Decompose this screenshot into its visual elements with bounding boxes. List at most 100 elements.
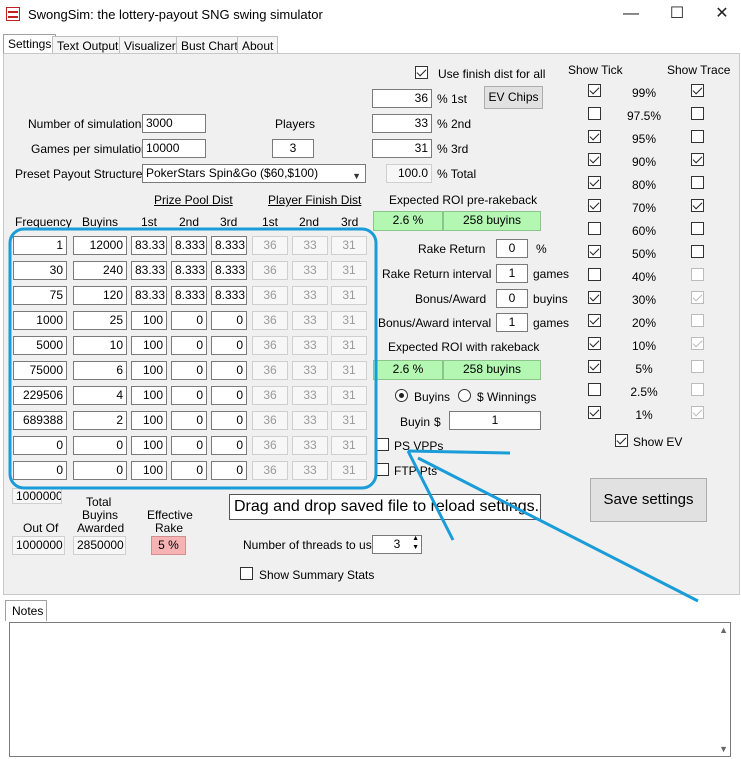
tab-about[interactable]: About bbox=[237, 36, 279, 54]
cell-frequency[interactable]: 1000 bbox=[13, 311, 67, 330]
show-tick-checkbox[interactable] bbox=[588, 383, 601, 396]
maximize-button[interactable]: ☐ bbox=[666, 4, 688, 24]
pct-1st-input[interactable]: 36 bbox=[372, 89, 432, 108]
show-tick-checkbox[interactable] bbox=[588, 222, 601, 235]
ftp-pts-checkbox[interactable] bbox=[376, 463, 389, 476]
cell-pp-1st[interactable]: 100 bbox=[131, 311, 167, 330]
cell-pp-1st[interactable]: 100 bbox=[131, 461, 167, 480]
cell-buyins[interactable]: 4 bbox=[73, 386, 127, 405]
num-sims-input[interactable]: 3000 bbox=[142, 114, 206, 133]
cell-pp-2nd[interactable]: 8.333 bbox=[171, 286, 207, 305]
radio-buyins[interactable] bbox=[395, 389, 408, 402]
cell-pp-2nd[interactable]: 0 bbox=[171, 411, 207, 430]
show-tick-checkbox[interactable] bbox=[588, 245, 601, 258]
show-tick-checkbox[interactable] bbox=[588, 130, 601, 143]
cell-pp-3rd[interactable]: 0 bbox=[211, 386, 247, 405]
cell-buyins[interactable]: 25 bbox=[73, 311, 127, 330]
buyin-input[interactable]: 1 bbox=[449, 411, 541, 430]
cell-frequency[interactable]: 689388 bbox=[13, 411, 67, 430]
cell-pp-3rd[interactable]: 0 bbox=[211, 311, 247, 330]
cell-pp-2nd[interactable]: 0 bbox=[171, 336, 207, 355]
show-trace-checkbox[interactable] bbox=[691, 84, 704, 97]
minimize-button[interactable]: — bbox=[620, 4, 642, 24]
cell-pp-1st[interactable]: 83.33 bbox=[131, 261, 167, 280]
tab-text-output[interactable]: Text Output bbox=[52, 36, 124, 54]
scroll-up-icon[interactable]: ▲ bbox=[719, 625, 728, 635]
bonus-interval-input[interactable]: 1 bbox=[496, 313, 528, 332]
show-trace-checkbox[interactable] bbox=[691, 222, 704, 235]
cell-buyins[interactable]: 0 bbox=[73, 461, 127, 480]
summary-stats-checkbox[interactable] bbox=[240, 567, 253, 580]
cell-pp-2nd[interactable]: 0 bbox=[171, 311, 207, 330]
cell-frequency[interactable]: 0 bbox=[13, 436, 67, 455]
cell-pp-2nd[interactable]: 0 bbox=[171, 386, 207, 405]
cell-pp-1st[interactable]: 100 bbox=[131, 436, 167, 455]
cell-buyins[interactable]: 0 bbox=[73, 436, 127, 455]
cell-pp-3rd[interactable]: 0 bbox=[211, 411, 247, 430]
cell-pp-1st[interactable]: 100 bbox=[131, 336, 167, 355]
show-ev-checkbox[interactable] bbox=[615, 434, 628, 447]
show-trace-checkbox[interactable] bbox=[691, 245, 704, 258]
cell-buyins[interactable]: 240 bbox=[73, 261, 127, 280]
threads-stepper[interactable]: 3 ▲ ▼ bbox=[372, 535, 422, 554]
use-finish-dist-checkbox[interactable] bbox=[415, 66, 428, 79]
games-per-sim-input[interactable]: 10000 bbox=[142, 139, 206, 158]
show-tick-checkbox[interactable] bbox=[588, 268, 601, 281]
show-tick-checkbox[interactable] bbox=[588, 314, 601, 327]
show-trace-checkbox[interactable] bbox=[691, 130, 704, 143]
cell-pp-1st[interactable]: 100 bbox=[131, 361, 167, 380]
show-tick-checkbox[interactable] bbox=[588, 84, 601, 97]
cell-pp-3rd[interactable]: 0 bbox=[211, 461, 247, 480]
show-tick-checkbox[interactable] bbox=[588, 199, 601, 212]
cell-pp-3rd[interactable]: 0 bbox=[211, 436, 247, 455]
cell-frequency[interactable]: 5000 bbox=[13, 336, 67, 355]
cell-frequency[interactable]: 75 bbox=[13, 286, 67, 305]
cell-pp-2nd[interactable]: 8.333 bbox=[171, 236, 207, 255]
cell-pp-3rd[interactable]: 0 bbox=[211, 361, 247, 380]
cell-pp-3rd[interactable]: 8.333 bbox=[211, 236, 247, 255]
show-tick-checkbox[interactable] bbox=[588, 107, 601, 120]
save-settings-button[interactable]: Save settings bbox=[590, 478, 707, 522]
show-trace-checkbox[interactable] bbox=[691, 176, 704, 189]
spin-arrows-icon[interactable]: ▲ ▼ bbox=[412, 536, 419, 552]
show-tick-checkbox[interactable] bbox=[588, 176, 601, 189]
cell-pp-2nd[interactable]: 0 bbox=[171, 361, 207, 380]
notes-textarea[interactable]: ▲ ▼ bbox=[9, 622, 731, 757]
cell-pp-2nd[interactable]: 8.333 bbox=[171, 261, 207, 280]
rake-interval-input[interactable]: 1 bbox=[496, 264, 528, 283]
ps-vpps-checkbox[interactable] bbox=[376, 438, 389, 451]
cell-buyins[interactable]: 10 bbox=[73, 336, 127, 355]
ev-chips-button[interactable]: EV Chips bbox=[484, 86, 543, 109]
pct-3rd-input[interactable]: 31 bbox=[372, 139, 432, 158]
cell-frequency[interactable]: 229506 bbox=[13, 386, 67, 405]
pct-2nd-input[interactable]: 33 bbox=[372, 114, 432, 133]
cell-frequency[interactable]: 1 bbox=[13, 236, 67, 255]
rake-return-input[interactable]: 0 bbox=[496, 239, 528, 258]
cell-buyins[interactable]: 12000 bbox=[73, 236, 127, 255]
cell-pp-1st[interactable]: 83.33 bbox=[131, 236, 167, 255]
cell-frequency[interactable]: 30 bbox=[13, 261, 67, 280]
show-tick-checkbox[interactable] bbox=[588, 153, 601, 166]
cell-pp-3rd[interactable]: 8.333 bbox=[211, 261, 247, 280]
tab-settings[interactable]: Settings bbox=[3, 34, 57, 54]
cell-buyins[interactable]: 2 bbox=[73, 411, 127, 430]
show-tick-checkbox[interactable] bbox=[588, 360, 601, 373]
show-tick-checkbox[interactable] bbox=[588, 406, 601, 419]
cell-pp-3rd[interactable]: 8.333 bbox=[211, 286, 247, 305]
tab-bust-chart[interactable]: Bust Chart bbox=[176, 36, 243, 54]
scroll-down-icon[interactable]: ▼ bbox=[719, 744, 728, 754]
cell-pp-2nd[interactable]: 0 bbox=[171, 461, 207, 480]
show-trace-checkbox[interactable] bbox=[691, 107, 704, 120]
tab-notes[interactable]: Notes bbox=[5, 600, 47, 621]
show-trace-checkbox[interactable] bbox=[691, 199, 704, 212]
cell-buyins[interactable]: 120 bbox=[73, 286, 127, 305]
cell-frequency[interactable]: 75000 bbox=[13, 361, 67, 380]
radio-winnings[interactable] bbox=[458, 389, 471, 402]
cell-pp-1st[interactable]: 83.33 bbox=[131, 286, 167, 305]
tab-visualizer[interactable]: Visualizer bbox=[119, 36, 181, 54]
preset-payout-select[interactable]: PokerStars Spin&Go ($60,$100) ▼ bbox=[142, 164, 366, 183]
show-tick-checkbox[interactable] bbox=[588, 291, 601, 304]
cell-pp-3rd[interactable]: 0 bbox=[211, 336, 247, 355]
show-trace-checkbox[interactable] bbox=[691, 153, 704, 166]
cell-pp-1st[interactable]: 100 bbox=[131, 411, 167, 430]
